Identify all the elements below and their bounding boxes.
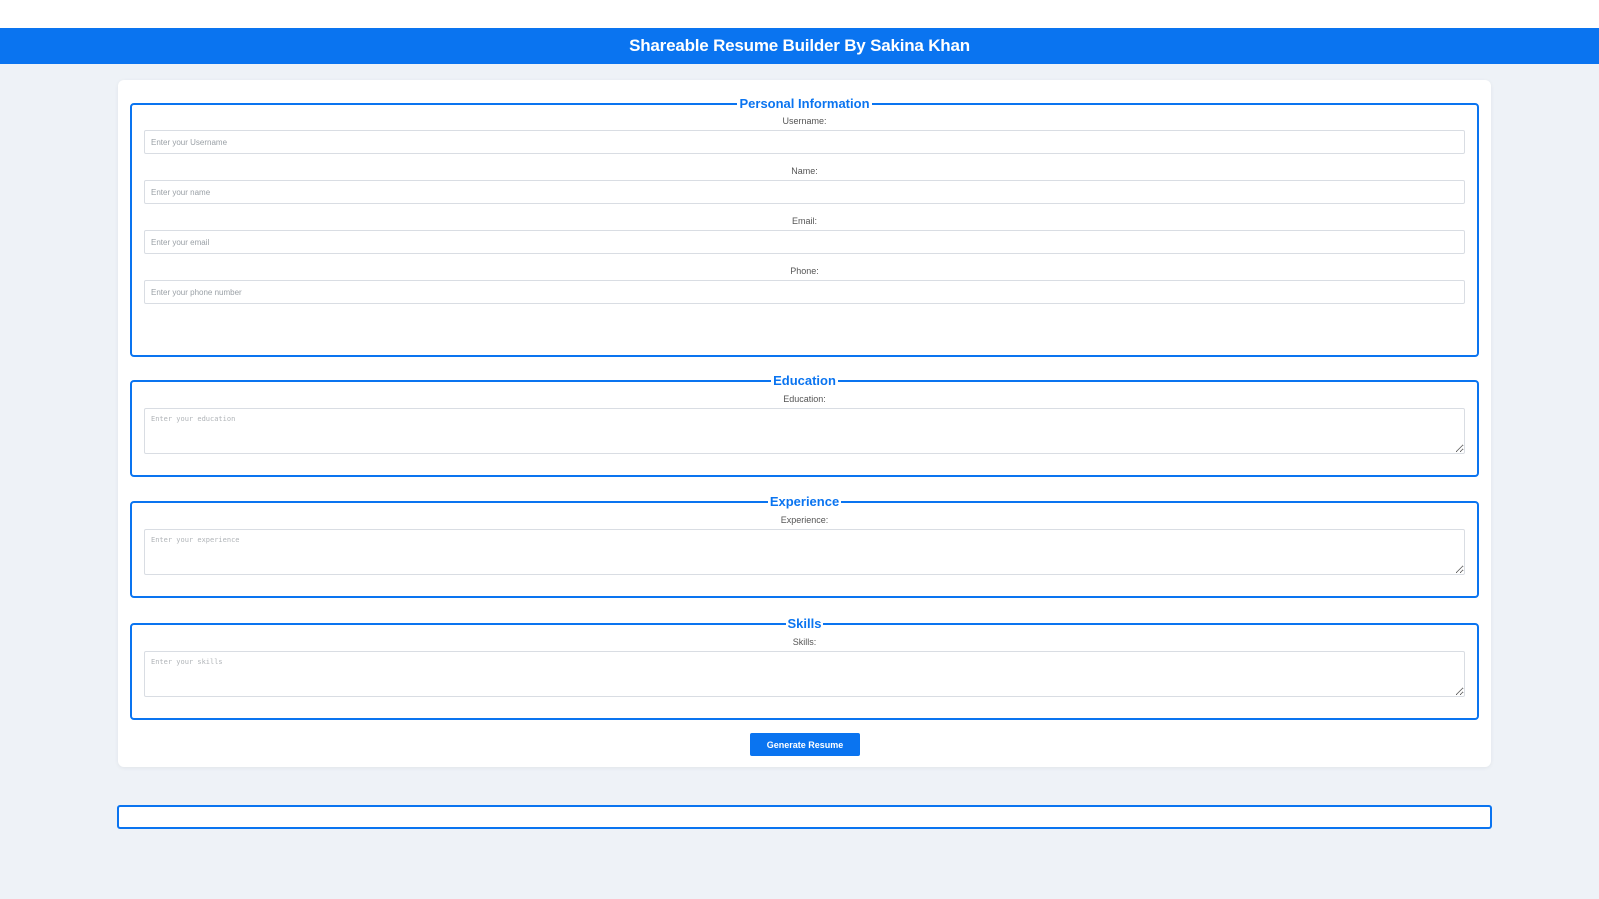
email-field-group: Email: [144,216,1465,254]
username-label: Username: [782,116,827,126]
experience-label: Experience: [780,515,829,525]
page-title: Shareable Resume Builder By Sakina Khan [629,36,970,55]
skills-legend: Skills [787,616,822,631]
experience-textarea[interactable] [144,529,1465,575]
education-field-group: Education: [144,394,1465,454]
top-spacer [0,0,1599,28]
email-input[interactable] [144,230,1465,254]
education-section: Education Education: [130,373,1479,477]
skills-textarea[interactable] [144,651,1465,697]
name-label: Name: [791,166,818,176]
page-header: Shareable Resume Builder By Sakina Khan [0,28,1599,64]
experience-section: Experience Experience: [130,494,1479,598]
skills-label: Skills: [792,637,817,647]
experience-legend: Experience [769,494,840,509]
username-field-group: Username: [144,116,1465,154]
education-legend: Education [773,373,836,388]
email-label: Email: [791,216,817,226]
phone-input[interactable] [144,280,1465,304]
generate-resume-button[interactable]: Generate Resume [750,733,860,756]
resume-output-container [117,805,1492,829]
personal-info-legend: Personal Information [739,96,870,111]
skills-field-group: Skills: [144,637,1465,697]
name-input[interactable] [144,180,1465,204]
phone-label: Phone: [790,266,819,276]
skills-section: Skills Skills: [130,616,1479,720]
phone-field-group: Phone: [144,266,1465,304]
experience-field-group: Experience: [144,515,1465,575]
name-field-group: Name: [144,166,1465,204]
personal-info-section: Personal Information Username: Name: Ema… [130,96,1479,357]
education-textarea[interactable] [144,408,1465,454]
resume-form: Personal Information Username: Name: Ema… [118,80,1491,767]
education-label: Education: [783,394,826,404]
username-input[interactable] [144,130,1465,154]
